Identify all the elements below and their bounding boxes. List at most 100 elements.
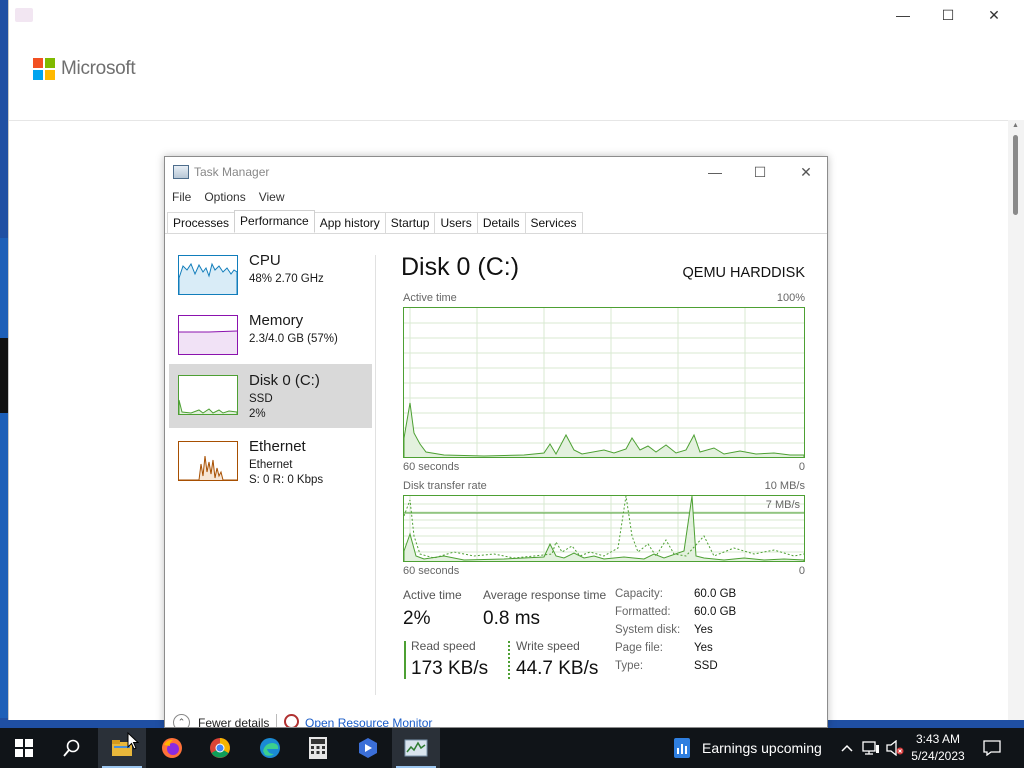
active-time-value: 2% <box>403 608 431 629</box>
remote-desktop-icon <box>359 738 377 758</box>
background-tab[interactable] <box>15 8 33 22</box>
network-icon <box>862 741 879 755</box>
volume-muted-icon <box>886 740 904 756</box>
scroll-up-icon[interactable]: ▲ <box>1012 122 1019 129</box>
calculator-icon <box>309 737 327 759</box>
clock[interactable]: 3:43 AM 5/24/2023 <box>904 731 972 765</box>
taskbar: Earnings upcoming 3:43 AM 5/24/2023 <box>0 728 1024 768</box>
resource-item-ethernet[interactable]: Ethernet Ethernet S: 0 R: 0 Kbps <box>169 430 372 494</box>
property-label: Formatted: <box>615 606 671 618</box>
property-value: SSD <box>694 660 718 672</box>
transfer-graph-label: Disk transfer rate <box>403 480 487 492</box>
fewer-details-link[interactable]: Fewer details <box>198 716 269 727</box>
background-header-divider <box>9 120 1024 121</box>
active-time-graph-label: Active time <box>403 292 457 304</box>
transfer-graph-max: 10 MB/s <box>764 480 805 492</box>
read-speed-indicator <box>404 641 406 679</box>
resource-detail: Ethernet <box>249 459 293 471</box>
avg-response-value: 0.8 ms <box>483 608 541 629</box>
task-manager-button[interactable] <box>392 728 440 768</box>
resource-name: Disk 0 (C:) <box>249 372 320 389</box>
minimize-button[interactable]: — <box>692 161 738 183</box>
tab-performance[interactable]: Performance <box>234 210 315 233</box>
background-maximize-button[interactable]: ☐ <box>925 4 971 26</box>
active-time-graph <box>403 307 805 458</box>
open-resource-monitor-link[interactable]: Open Resource Monitor <box>305 716 432 727</box>
news-widget[interactable]: Earnings upcoming <box>672 728 822 768</box>
chevron-up-icon <box>841 744 853 752</box>
resource-detail: SSD <box>249 393 273 405</box>
background-close-button[interactable]: ✕ <box>971 4 1017 26</box>
background-minimize-button[interactable]: — <box>880 4 926 26</box>
active-time-graph-max: 100% <box>776 292 805 304</box>
search-button[interactable] <box>48 728 96 768</box>
scrollbar-thumb[interactable] <box>1013 135 1018 215</box>
active-time-graph-timespan: 60 seconds <box>403 461 460 473</box>
firefox-icon <box>162 738 182 758</box>
write-speed-value: 44.7 KB/s <box>516 658 599 679</box>
chevron-up-icon[interactable]: ⌃ <box>173 714 190 727</box>
resource-name: CPU <box>249 252 281 269</box>
tab-processes[interactable]: Processes <box>167 212 236 233</box>
mouse-cursor-icon <box>127 732 139 750</box>
menu-file[interactable]: File <box>165 187 197 207</box>
desktop-shadow <box>0 338 8 413</box>
resource-detail: S: 0 R: 0 Kbps <box>249 474 324 486</box>
remote-desktop-button[interactable] <box>344 728 392 768</box>
task-manager-app-icon <box>173 165 189 179</box>
menu-options[interactable]: Options <box>197 187 251 207</box>
resource-name: Memory <box>249 312 304 329</box>
show-hidden-icons-button[interactable] <box>838 728 856 768</box>
resource-item-cpu[interactable]: CPU 48% 2.70 GHz <box>169 244 372 308</box>
windows-start-icon <box>15 739 33 757</box>
property-value: 60.0 GB <box>694 606 737 618</box>
tab-users[interactable]: Users <box>434 212 478 233</box>
active-time-label: Active time <box>403 588 462 602</box>
property-label: Type: <box>615 660 644 672</box>
tab-startup[interactable]: Startup <box>384 212 436 233</box>
calculator-button[interactable] <box>294 728 342 768</box>
firefox-button[interactable] <box>148 728 196 768</box>
disk-title: Disk 0 (C:) <box>401 253 520 281</box>
task-manager-window: Task Manager — ☐ ✕ File Options View Pro… <box>164 156 828 728</box>
memory-thumbnail-graph <box>178 315 238 355</box>
start-button[interactable] <box>0 728 48 768</box>
tab-strip: Processes Performance App history Startu… <box>167 210 583 233</box>
resource-monitor-icon[interactable] <box>284 714 299 727</box>
resource-name: Ethernet <box>249 438 306 455</box>
resource-item-disk[interactable]: Disk 0 (C:) SSD 2% <box>169 364 372 428</box>
edge-button[interactable] <box>246 728 294 768</box>
task-manager-icon <box>404 739 428 757</box>
footer-bar: ⌃ Fewer details Open Resource Monitor <box>165 712 827 727</box>
menu-view[interactable]: View <box>252 187 291 207</box>
microsoft-logo-text: Microsoft <box>61 58 136 79</box>
title-bar[interactable]: Task Manager — ☐ ✕ <box>165 157 827 187</box>
property-label: System disk: <box>615 624 681 636</box>
volume-button[interactable] <box>884 728 906 768</box>
notification-icon <box>983 740 1001 756</box>
network-button[interactable] <box>860 728 882 768</box>
desktop-background <box>0 238 8 718</box>
panel-divider <box>375 255 376 695</box>
write-speed-label: Write speed <box>516 639 580 653</box>
transfer-graph-min: 0 <box>798 565 805 577</box>
chrome-button[interactable] <box>196 728 244 768</box>
close-button[interactable]: ✕ <box>783 161 827 183</box>
resource-item-memory[interactable]: Memory 2.3/4.0 GB (57%) <box>169 304 372 368</box>
background-scrollbar[interactable]: ▲ <box>1008 120 1024 720</box>
tab-details[interactable]: Details <box>476 212 526 233</box>
footer-divider <box>276 714 277 727</box>
maximize-button[interactable]: ☐ <box>737 161 783 183</box>
ethernet-thumbnail-graph <box>178 441 238 481</box>
property-label: Capacity: <box>615 588 663 600</box>
tab-app-history[interactable]: App history <box>313 212 386 233</box>
property-value: 60.0 GB <box>694 588 737 600</box>
notifications-button[interactable] <box>978 728 1006 768</box>
write-speed-indicator <box>508 641 510 679</box>
search-icon <box>63 739 80 757</box>
tab-services[interactable]: Services <box>524 212 583 233</box>
active-time-graph-min: 0 <box>798 461 805 473</box>
resource-list: CPU 48% 2.70 GHz Memory 2.3/4.0 GB (57%)… <box>165 234 377 704</box>
microsoft-logo[interactable]: Microsoft <box>33 58 136 80</box>
resource-detail: 48% 2.70 GHz <box>249 273 324 285</box>
